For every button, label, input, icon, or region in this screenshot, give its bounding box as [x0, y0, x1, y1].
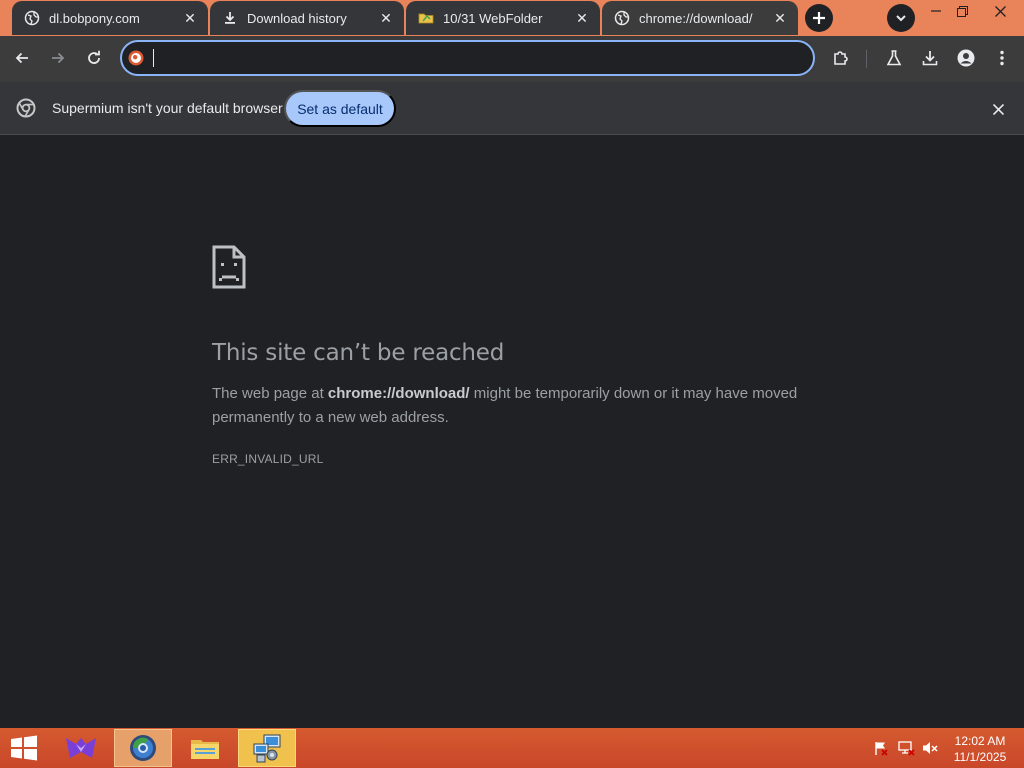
- tray-network-icon[interactable]: [898, 728, 915, 768]
- taskbar-app-unknown[interactable]: [52, 729, 110, 767]
- default-browser-infobar: Supermium isn't your default browser Set…: [0, 82, 1024, 135]
- close-icon: [992, 103, 1004, 115]
- clock-time: 12:02 AM: [954, 734, 1006, 748]
- plus-icon: [813, 12, 825, 24]
- extensions-button[interactable]: [826, 43, 856, 73]
- menu-button[interactable]: [987, 43, 1017, 73]
- error-code: ERR_INVALID_URL: [212, 452, 324, 466]
- tab-webfolder[interactable]: 10/31 WebFolder ✕: [406, 1, 600, 35]
- page-content: This site can’t be reached The web page …: [0, 135, 1024, 728]
- reload-icon: [88, 50, 100, 64]
- more-vert-icon: [1000, 50, 1004, 66]
- browser-toolbar: [0, 36, 1024, 82]
- browser-icon: [130, 735, 156, 761]
- chevron-down-icon: [896, 15, 906, 22]
- restore-button[interactable]: [946, 0, 978, 22]
- close-icon: [994, 5, 1006, 17]
- close-icon[interactable]: ✕: [378, 10, 394, 26]
- arrow-right-icon: [52, 52, 65, 64]
- close-window-button[interactable]: [984, 0, 1016, 22]
- downloads-button[interactable]: [915, 43, 945, 73]
- taskbar-app-browser[interactable]: [114, 729, 172, 767]
- infobar-message: Supermium isn't your default browser: [52, 100, 283, 116]
- taskbar: 12:02 AM 11/1/2025: [0, 728, 1024, 768]
- tab-strip: dl.bobpony.com ✕ Download history ✕ 10/3…: [0, 0, 1024, 36]
- error-description: The web page at chrome://download/ might…: [212, 382, 822, 430]
- close-icon[interactable]: ✕: [182, 10, 198, 26]
- folder-icon: [418, 10, 434, 26]
- taskbar-app-network-setup[interactable]: [238, 729, 296, 767]
- tab-download-history[interactable]: Download history ✕: [210, 1, 404, 35]
- arrow-left-icon: [15, 52, 28, 64]
- tab-title: Download history: [247, 10, 347, 26]
- start-icon: [11, 735, 37, 761]
- tray-flag-icon[interactable]: [873, 728, 889, 768]
- error-url: chrome://download/: [327, 385, 470, 402]
- network-setup-icon: [253, 734, 281, 763]
- text-caret: [153, 49, 154, 67]
- globe-icon: [24, 10, 40, 26]
- new-tab-button[interactable]: [805, 4, 833, 32]
- close-icon[interactable]: ✕: [574, 10, 590, 26]
- close-icon[interactable]: ✕: [772, 10, 788, 26]
- reload-button[interactable]: [79, 43, 109, 73]
- address-input[interactable]: [150, 47, 800, 69]
- restore-icon: [956, 5, 968, 17]
- address-bar[interactable]: [120, 40, 815, 76]
- toolbar-divider: [866, 50, 867, 68]
- puzzle-icon: [834, 51, 848, 65]
- profile-button[interactable]: [951, 43, 981, 73]
- download-icon: [922, 51, 938, 66]
- download-icon: [222, 10, 238, 26]
- tab-title: dl.bobpony.com: [49, 10, 140, 26]
- file-explorer-icon: [191, 740, 219, 759]
- clock-date: 11/1/2025: [953, 750, 1007, 764]
- error-desc-prefix: The web page at: [212, 385, 328, 402]
- globe-icon: [614, 10, 630, 26]
- tab-dl-bobpony[interactable]: dl.bobpony.com ✕: [12, 1, 208, 35]
- tab-title: chrome://download/: [639, 10, 753, 26]
- unknown-app-icon: [66, 738, 96, 758]
- back-button[interactable]: [7, 43, 37, 73]
- forward-button[interactable]: [43, 43, 73, 73]
- infobar-close-button[interactable]: [988, 99, 1008, 119]
- tab-search-button[interactable]: [887, 4, 915, 32]
- duckduckgo-icon: [128, 50, 144, 66]
- error-container: This site can’t be reached The web page …: [212, 245, 832, 466]
- sad-page-icon: [212, 245, 246, 289]
- taskbar-clock[interactable]: 12:02 AM 11/1/2025: [940, 733, 1020, 765]
- tab-chrome-download[interactable]: chrome://download/ ✕: [602, 1, 798, 35]
- error-title: This site can’t be reached: [212, 340, 505, 366]
- set-as-default-button[interactable]: Set as default: [284, 90, 396, 127]
- minimize-icon: [931, 10, 941, 12]
- taskbar-app-file-explorer[interactable]: [176, 729, 234, 767]
- start-button[interactable]: [0, 729, 48, 767]
- labs-button[interactable]: [879, 43, 909, 73]
- chromium-icon: [16, 98, 36, 118]
- account-icon: [957, 49, 975, 67]
- flask-icon: [886, 50, 902, 66]
- tray-volume-muted-icon[interactable]: [922, 728, 938, 768]
- tab-title: 10/31 WebFolder: [443, 10, 543, 26]
